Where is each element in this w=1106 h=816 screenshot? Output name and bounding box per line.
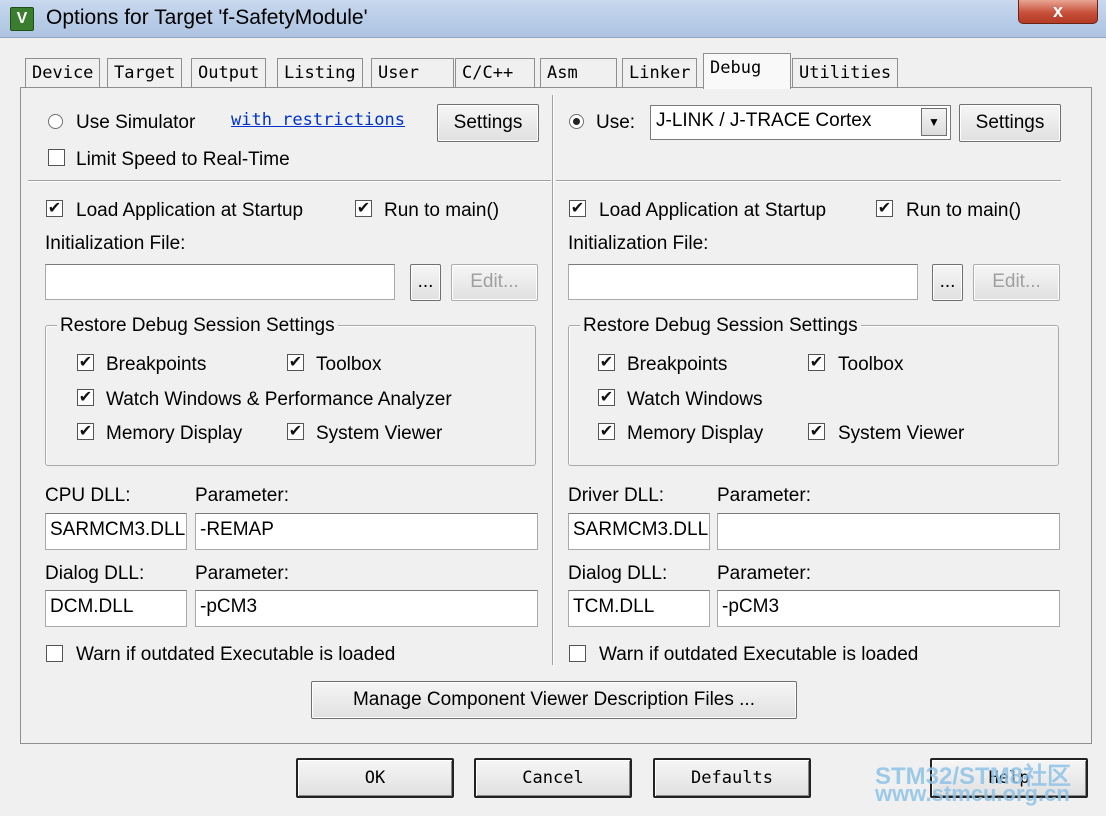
warn-outdated-checkbox[interactable] (46, 645, 63, 662)
right-breakpoints-label: Breakpoints (627, 354, 728, 375)
dialog-dll-input[interactable]: DCM.DLL (45, 590, 187, 627)
right-warn-outdated-checkbox[interactable] (569, 645, 586, 662)
column-divider (552, 95, 554, 665)
init-file-edit-button[interactable]: Edit... (451, 264, 538, 301)
tab-output[interactable]: Output (191, 58, 267, 88)
right-watch-windows-checkbox[interactable]: ✔ (598, 389, 615, 406)
simulator-settings-button[interactable]: Settings (437, 104, 539, 142)
cpu-dll-input[interactable]: SARMCM3.DLL (45, 513, 187, 550)
dialog-dll-parameter-input[interactable]: -pCM3 (195, 590, 538, 627)
watermark-url: www.stmcu.org.cn (875, 781, 1070, 806)
window-title: Options for Target 'f-SafetyModule' (46, 6, 368, 29)
right-init-file-browse-button[interactable]: ... (932, 264, 963, 301)
system-viewer-checkbox[interactable]: ✔ (287, 423, 304, 440)
tab-listing[interactable]: Listing (277, 58, 363, 88)
driver-select[interactable]: J-LINK / J-TRACE Cortex (650, 105, 951, 140)
right-init-file-input[interactable] (568, 264, 918, 300)
driver-select-value: J-LINK / J-TRACE Cortex (656, 110, 872, 131)
app-icon: V (10, 7, 34, 31)
right-dialog-dll-parameter-input[interactable]: -pCM3 (717, 590, 1060, 627)
init-file-browse-button[interactable]: ... (410, 264, 441, 301)
driver-dll-parameter-label: Parameter: (717, 485, 811, 506)
right-init-file-label: Initialization File: (568, 233, 709, 254)
right-init-file-edit-button[interactable]: Edit... (973, 264, 1060, 301)
dialog-dll-parameter-label: Parameter: (195, 563, 289, 584)
restore-session-title: Restore Debug Session Settings (57, 315, 338, 337)
use-driver-label: Use: (596, 112, 636, 133)
toolbox-label: Toolbox (316, 354, 382, 375)
init-file-label: Initialization File: (45, 233, 186, 254)
left-divider (28, 180, 551, 182)
right-dialog-dll-parameter-label: Parameter: (717, 563, 811, 584)
close-button[interactable]: x (1018, 0, 1098, 24)
driver-settings-button[interactable]: Settings (959, 104, 1061, 142)
right-restore-session-title: Restore Debug Session Settings (580, 315, 861, 337)
watch-windows-checkbox[interactable]: ✔ (77, 389, 94, 406)
load-app-checkbox[interactable]: ✔ (46, 200, 63, 217)
tab-debug[interactable]: Debug (703, 53, 791, 89)
right-system-viewer-checkbox[interactable]: ✔ (808, 423, 825, 440)
right-watch-windows-label: Watch Windows (627, 389, 763, 410)
right-load-app-label: Load Application at Startup (599, 200, 827, 221)
watch-windows-label: Watch Windows & Performance Analyzer (106, 389, 452, 410)
use-simulator-label: Use Simulator (76, 112, 196, 133)
right-breakpoints-checkbox[interactable]: ✔ (598, 354, 615, 371)
dialog-dll-label: Dialog DLL: (45, 563, 145, 584)
right-toolbox-label: Toolbox (838, 354, 904, 375)
breakpoints-checkbox[interactable]: ✔ (77, 354, 94, 371)
right-dialog-dll-label: Dialog DLL: (568, 563, 668, 584)
run-to-main-label: Run to main() (384, 200, 500, 221)
driver-dll-label: Driver DLL: (568, 485, 665, 506)
driver-dll-input[interactable]: SARMCM3.DLL (568, 513, 710, 550)
tab-user[interactable]: User (371, 58, 454, 88)
cpu-dll-label: CPU DLL: (45, 485, 131, 506)
driver-dll-parameter-input[interactable] (717, 513, 1060, 550)
limit-speed-checkbox[interactable] (48, 149, 65, 166)
right-divider (556, 180, 1061, 182)
right-memory-display-label: Memory Display (627, 423, 764, 444)
init-file-input[interactable] (45, 264, 395, 300)
right-run-to-main-checkbox[interactable]: ✔ (876, 200, 893, 217)
toolbox-checkbox[interactable]: ✔ (287, 354, 304, 371)
run-to-main-checkbox[interactable]: ✔ (355, 200, 372, 217)
use-driver-radio[interactable] (569, 114, 584, 129)
right-load-app-checkbox[interactable]: ✔ (569, 200, 586, 217)
right-memory-display-checkbox[interactable]: ✔ (598, 423, 615, 440)
manage-component-viewer-button[interactable]: Manage Component Viewer Description File… (311, 681, 797, 719)
memory-display-label: Memory Display (106, 423, 243, 444)
use-simulator-radio[interactable] (48, 114, 63, 129)
tab-utilities[interactable]: Utilities (792, 58, 899, 88)
right-dialog-dll-input[interactable]: TCM.DLL (568, 590, 710, 627)
tab-asm[interactable]: Asm (540, 58, 617, 88)
system-viewer-label: System Viewer (316, 423, 443, 444)
tab-target[interactable]: Target (107, 58, 183, 88)
tab-cpp[interactable]: C/C++ (455, 58, 535, 88)
restrictions-link[interactable]: with restrictions (231, 110, 405, 130)
chevron-down-icon[interactable]: ▼ (921, 108, 947, 136)
tab-device[interactable]: Device (25, 58, 101, 88)
defaults-button[interactable]: Defaults (653, 758, 811, 798)
memory-display-checkbox[interactable]: ✔ (77, 423, 94, 440)
warn-outdated-label: Warn if outdated Executable is loaded (76, 644, 396, 665)
breakpoints-label: Breakpoints (106, 354, 207, 375)
right-warn-outdated-label: Warn if outdated Executable is loaded (599, 644, 919, 665)
right-system-viewer-label: System Viewer (838, 423, 965, 444)
right-run-to-main-label: Run to main() (906, 200, 1022, 221)
right-toolbox-checkbox[interactable]: ✔ (808, 354, 825, 371)
ok-button[interactable]: OK (296, 758, 454, 798)
limit-speed-label: Limit Speed to Real-Time (76, 149, 290, 170)
load-app-label: Load Application at Startup (76, 200, 304, 221)
cpu-dll-parameter-label: Parameter: (195, 485, 289, 506)
cancel-button[interactable]: Cancel (474, 758, 632, 798)
tab-linker[interactable]: Linker (622, 58, 698, 88)
title-bar: V Options for Target 'f-SafetyModule' x (0, 0, 1106, 38)
cpu-dll-parameter-input[interactable]: -REMAP (195, 513, 538, 550)
